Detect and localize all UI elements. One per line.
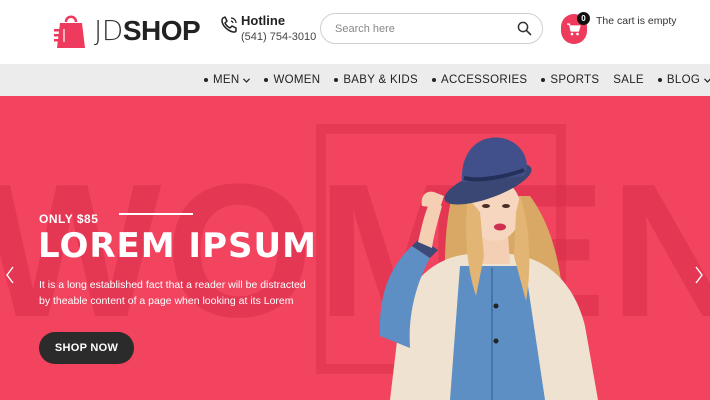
hotline-title: Hotline (241, 13, 286, 28)
nav-item-sale[interactable]: SALE (613, 74, 644, 86)
search-icon[interactable] (517, 21, 532, 36)
nav-item-accessories[interactable]: ACCESSORIES (432, 74, 527, 86)
nav-item-label: SALE (613, 74, 644, 86)
hero-divider (119, 213, 193, 215)
nav-item-sports[interactable]: SPORTS (541, 74, 599, 86)
cart-icon (567, 22, 581, 35)
bullet-icon (204, 78, 208, 82)
nav-item-label: MEN (213, 74, 240, 86)
nav-item-women[interactable]: WOMEN (264, 74, 320, 86)
nav-item-blog[interactable]: BLOG (657, 74, 710, 86)
hotline-phone[interactable]: (541) 754-3010 (241, 30, 316, 44)
main-nav: MEN WOMEN BABY & KIDS ACCESSORIES SPORTS SALE… (0, 64, 710, 96)
shop-now-button[interactable]: SHOP NOW (39, 332, 134, 364)
bullet-icon (432, 78, 437, 82)
chevron-down-icon (704, 77, 710, 83)
search-input[interactable] (335, 20, 505, 38)
nav-item-label: BABY & KIDS (343, 74, 419, 86)
chevron-right-icon[interactable] (694, 266, 704, 284)
nav-item-baby-kids[interactable]: BABY & KIDS (334, 74, 418, 86)
chevron-down-icon (243, 77, 251, 83)
bullet-icon (334, 78, 339, 82)
nav-item-label: WOMEN (273, 74, 321, 86)
site-logo[interactable]: JDSHOP (54, 12, 201, 50)
site-header: JDSHOP Hotline (541) 754-3010 0 (0, 0, 710, 64)
cart-count-badge: 0 (577, 12, 590, 25)
bullet-icon (657, 78, 662, 82)
logo-text: JDSHOP (94, 12, 201, 50)
hero-title: LOREM IPSUM (38, 226, 317, 266)
nav-item-label: ACCESSORIES (441, 74, 528, 86)
bullet-icon (264, 78, 269, 82)
hero-slider: WOMEN ONLY $85 LOREM IPSUM It is a long … (0, 96, 710, 400)
logo-text-shop: SHOP (122, 15, 201, 46)
search-box (320, 13, 543, 44)
cart-button[interactable]: 0 (561, 12, 590, 44)
nav-item-label: BLOG (666, 74, 701, 86)
logo-text-jd: JD (94, 14, 123, 47)
cart-status: The cart is empty (596, 15, 677, 27)
hero-price: ONLY $85 (39, 212, 99, 226)
hero-model-image (379, 137, 598, 400)
hero-description: It is a long established fact that a rea… (39, 279, 306, 307)
bullet-icon (541, 78, 546, 82)
shopping-bag-icon (54, 15, 85, 48)
hotline: Hotline (541) 754-3010 (219, 13, 316, 44)
phone-icon (221, 16, 237, 33)
nav-item-label: SPORTS (550, 74, 600, 86)
chevron-left-icon[interactable] (5, 266, 15, 284)
nav-item-men[interactable]: MEN (204, 74, 251, 86)
